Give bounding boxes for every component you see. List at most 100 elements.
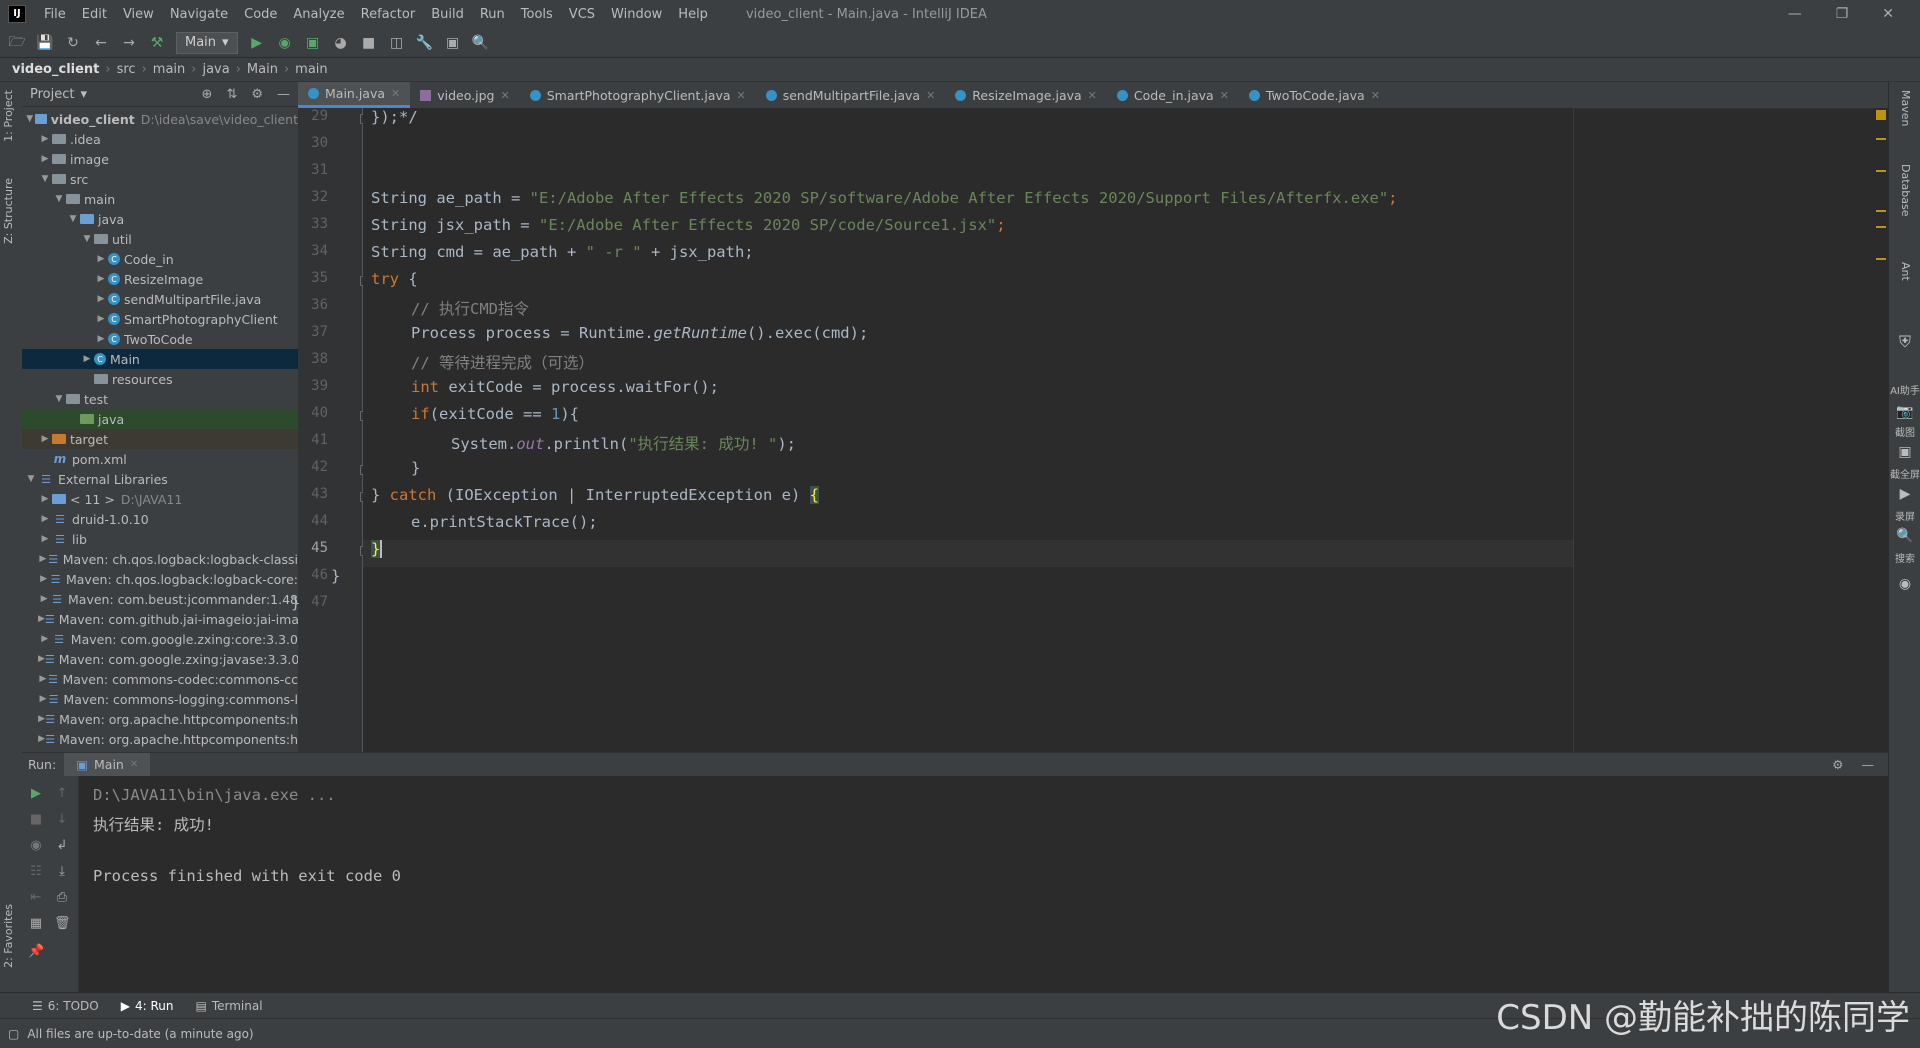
close-icon[interactable]: ✕ (1371, 89, 1380, 102)
settings-icon[interactable]: ◉ (1889, 576, 1920, 592)
coverage-icon[interactable]: ▣ (304, 34, 322, 52)
database-tool-tab[interactable]: Database (1899, 164, 1912, 217)
maven-tool-tab[interactable]: Maven (1899, 90, 1912, 126)
favorites-tool-tab[interactable]: 2: Favorites (2, 904, 15, 968)
tree-item[interactable]: ▼ src (22, 169, 298, 189)
tree-item[interactable]: ▶ ☰ Maven: commons-codec:commons-cc (22, 669, 298, 689)
breadcrumb-method[interactable]: main (295, 62, 327, 77)
debug-icon[interactable]: ◉ (276, 34, 294, 52)
profile-icon[interactable]: ◕ (332, 34, 350, 52)
project-tool-tab[interactable]: 1: Project (2, 90, 15, 142)
chevron-down-icon[interactable]: ▾ (80, 87, 87, 102)
warning-mark[interactable] (1876, 170, 1886, 172)
status-layout-icon[interactable]: ▢ (8, 1027, 19, 1041)
tab-resizeimage[interactable]: ResizeImage.java ✕ (945, 82, 1107, 108)
tree-item[interactable]: resources (22, 369, 298, 389)
tree-item[interactable]: ▶ ☰ Maven: com.google.zxing:core:3.3.0 (22, 629, 298, 649)
tree-item[interactable]: ▶ < 11 > D:\JAVA11 (22, 489, 298, 509)
breadcrumb-java[interactable]: java (202, 62, 229, 77)
tree-item[interactable]: ▶ ☰ lib (22, 529, 298, 549)
tree-item[interactable]: ▶ ☰ Maven: org.apache.httpcomponents:h (22, 729, 298, 749)
tree-item[interactable]: ▶ CsendMultipartFile.java (22, 289, 298, 309)
hide-icon[interactable]: — (277, 87, 290, 102)
menu-navigate[interactable]: Navigate (162, 7, 236, 22)
terminal-tool-button[interactable]: ▤ Terminal (195, 999, 262, 1013)
close-icon[interactable]: ✕ (737, 89, 746, 102)
fullscreen-capture-icon[interactable]: ▣ (1889, 444, 1920, 460)
tree-item[interactable]: ▶ C ResizeImage (22, 269, 298, 289)
tree-item[interactable]: ▶ .idea (22, 129, 298, 149)
search-icon[interactable]: 🔍 (472, 34, 490, 52)
menu-vcs[interactable]: VCS (561, 7, 603, 22)
error-stripe[interactable] (1874, 108, 1888, 752)
tree-item[interactable]: ▶ target (22, 429, 298, 449)
breadcrumb-project[interactable]: video_client (12, 62, 99, 77)
soft-wrap-icon[interactable]: ↲ (54, 838, 70, 854)
search-icon[interactable]: 🔍 (1889, 528, 1920, 544)
tree-item[interactable]: ▶ ☰ Maven: commons-logging:commons-l (22, 689, 298, 709)
structure-tool-tab[interactable]: Z: Structure (2, 178, 15, 244)
code-editor[interactable]: });*/ String ae_path = "E:/Adobe After E… (291, 108, 1573, 752)
menu-tools[interactable]: Tools (513, 7, 561, 22)
record-screen-button[interactable]: 录屏 (1889, 508, 1920, 523)
open-folder-icon[interactable]: 🗁 (8, 34, 26, 52)
wrench-icon[interactable]: 🔧 (416, 34, 434, 52)
tree-item[interactable]: ▼ test (22, 389, 298, 409)
menu-code[interactable]: Code (236, 7, 285, 22)
warning-mark[interactable] (1876, 226, 1886, 228)
tree-item[interactable]: ▶ ☰ Maven: ch.qos.logback:logback-core: (22, 569, 298, 589)
run-tool-button[interactable]: ▶ 4: Run (121, 999, 174, 1013)
pin-icon[interactable]: 📌 (28, 944, 44, 960)
run-icon[interactable]: ▶ (248, 34, 266, 52)
layout-icon[interactable]: ▣ (444, 34, 462, 52)
close-icon[interactable]: ✕ (130, 759, 138, 770)
forward-arrow-icon[interactable]: → (120, 34, 138, 52)
dump-threads-icon[interactable]: ☷ (28, 864, 44, 880)
exit-icon[interactable]: ⇤ (28, 890, 44, 906)
down-arrow-icon[interactable]: ↓ (54, 812, 70, 828)
tab-code-in[interactable]: Code_in.java ✕ (1107, 82, 1239, 108)
fullscreen-capture-button[interactable]: 截全屏 (1889, 466, 1920, 481)
tree-item[interactable]: ▶ ☰ druid-1.0.10 (22, 509, 298, 529)
warning-indicator-icon[interactable] (1876, 110, 1886, 120)
close-icon[interactable]: ✕ (500, 89, 509, 102)
hide-icon[interactable]: — (1862, 757, 1875, 772)
tree-item[interactable]: ▼ ☰ External Libraries (22, 469, 298, 489)
back-arrow-icon[interactable]: ← (92, 34, 110, 52)
camera-icon[interactable]: 📷 (1889, 404, 1920, 420)
tree-item[interactable]: ▶ ☰ Maven: org.apache.httpcomponents:h (22, 709, 298, 729)
save-all-icon[interactable]: 💾 (36, 34, 54, 52)
todo-tool-button[interactable]: ☰ 6: TODO (32, 999, 99, 1013)
tab-sendmultipartfile[interactable]: sendMultipartFile.java ✕ (756, 82, 946, 108)
menu-file[interactable]: File (36, 7, 74, 22)
search-button[interactable]: 搜索 (1889, 550, 1920, 565)
record-icon[interactable]: ▶ (1889, 486, 1920, 502)
tab-smartphotographyclient[interactable]: SmartPhotographyClient.java ✕ (520, 82, 756, 108)
menu-refactor[interactable]: Refactor (353, 7, 424, 22)
tree-item[interactable]: java (22, 409, 298, 429)
menu-build[interactable]: Build (423, 7, 472, 22)
project-structure-icon[interactable]: ◫ (388, 34, 406, 52)
maximize-button[interactable]: ❐ (1836, 6, 1849, 22)
tree-item-selected[interactable]: ▶ C Main (22, 349, 298, 369)
tree-item[interactable]: ▶ ☰ Maven: com.beust:jcommander:1.48 (22, 589, 298, 609)
close-icon[interactable]: ✕ (926, 89, 935, 102)
tree-item[interactable]: ▶ C SmartPhotographyClient (22, 309, 298, 329)
gear-icon[interactable]: ⚙ (251, 87, 263, 102)
breadcrumb-src[interactable]: src (117, 62, 136, 77)
ant-tool-tab[interactable]: Ant (1899, 262, 1912, 281)
tree-item[interactable]: ▶ C TwoToCode (22, 329, 298, 349)
run-tab-main[interactable]: ▣ Main ✕ (64, 752, 151, 777)
up-arrow-icon[interactable]: ↑ (54, 786, 70, 802)
menu-analyze[interactable]: Analyze (285, 7, 352, 22)
tab-twotocode[interactable]: TwoToCode.java ✕ (1239, 82, 1390, 108)
tree-item[interactable]: m pom.xml (22, 449, 298, 469)
menu-view[interactable]: View (115, 7, 162, 22)
menu-window[interactable]: Window (603, 7, 670, 22)
build-hammer-icon[interactable]: ⚒ (148, 34, 166, 52)
locate-icon[interactable]: ⊕ (202, 87, 213, 102)
tree-item-root[interactable]: ▼ video_client D:\idea\save\video_client (22, 109, 298, 129)
tree-item[interactable]: ▶ C Code_in (22, 249, 298, 269)
shield-icon[interactable]: ⛨ (1889, 332, 1920, 352)
tree-item[interactable]: ▼ main (22, 189, 298, 209)
